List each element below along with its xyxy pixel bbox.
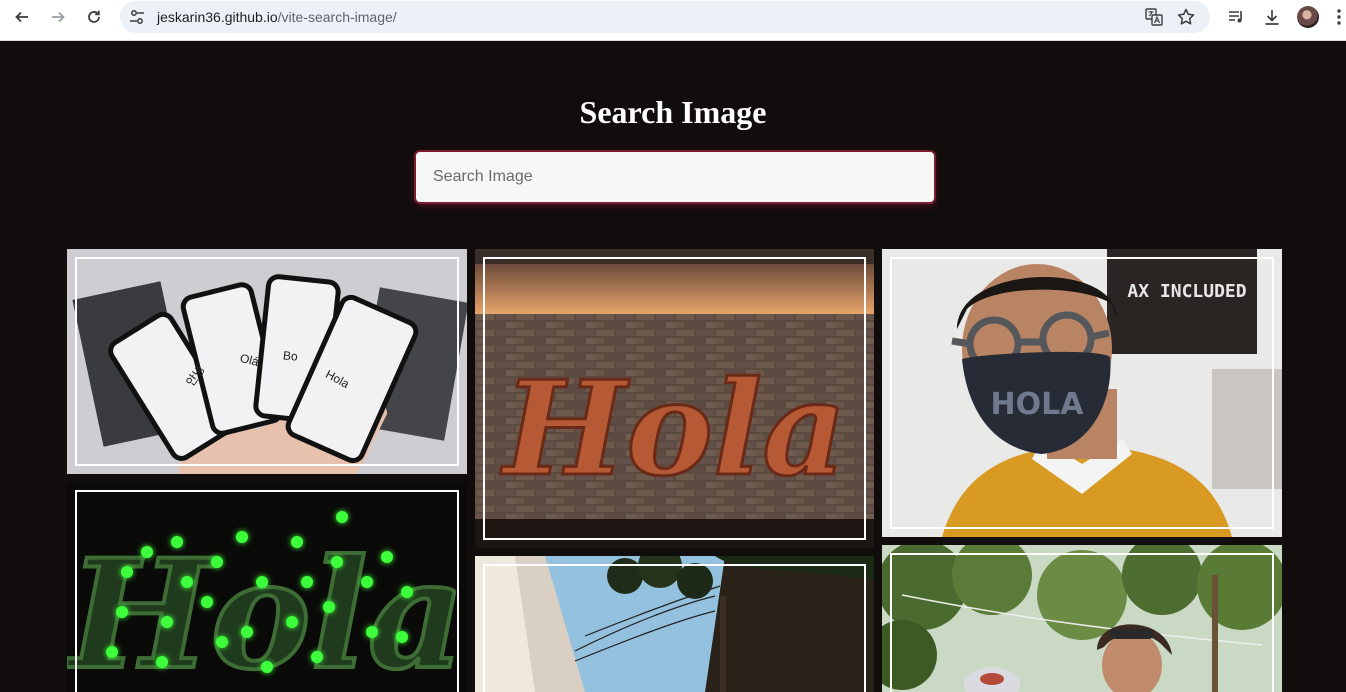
reload-button[interactable] bbox=[79, 5, 109, 29]
downloads-button[interactable] bbox=[1261, 6, 1283, 28]
search-input[interactable] bbox=[416, 152, 934, 202]
image-card-street[interactable] bbox=[475, 556, 874, 692]
more-vert-icon bbox=[1337, 9, 1341, 25]
neon-sign-photo: Hola bbox=[67, 482, 467, 692]
translate-icon bbox=[1145, 8, 1163, 26]
image-card-phones[interactable]: 안녕 Olá Bo Hola bbox=[67, 249, 467, 474]
media-controls-button[interactable] bbox=[1225, 6, 1247, 28]
profile-avatar[interactable] bbox=[1297, 6, 1319, 28]
address-bar[interactable]: jeskarin36.github.io/vite-search-image/ bbox=[120, 1, 1210, 33]
image-card-marquee-sign[interactable]: Hola bbox=[475, 249, 874, 548]
tune-icon bbox=[130, 10, 144, 24]
arrow-right-icon bbox=[52, 11, 65, 23]
phones-photo bbox=[67, 249, 467, 474]
url-text: jeskarin36.github.io/vite-search-image/ bbox=[157, 9, 397, 25]
people-outdoors-photo bbox=[882, 545, 1282, 692]
back-button[interactable] bbox=[7, 5, 37, 29]
marquee-sign-photo: Hola bbox=[475, 249, 874, 548]
page-title: Search Image bbox=[579, 94, 767, 130]
forward-button[interactable] bbox=[43, 5, 73, 29]
phone-text-3: Bo bbox=[282, 348, 299, 364]
playlist-icon bbox=[1229, 11, 1242, 23]
translate-button[interactable] bbox=[1144, 7, 1164, 27]
reload-icon bbox=[88, 10, 100, 23]
menu-button[interactable] bbox=[1332, 6, 1346, 28]
bookmark-button[interactable] bbox=[1176, 7, 1196, 27]
letter-board-text: AX INCLUDED bbox=[1127, 281, 1246, 302]
site-info-button[interactable] bbox=[128, 8, 146, 26]
page-content: Search Image 안녕 Olá Bo Hola bbox=[0, 41, 1346, 692]
arrow-left-icon bbox=[15, 11, 28, 23]
image-card-people-outdoors[interactable] bbox=[882, 545, 1282, 692]
image-card-neon-sign[interactable]: Hola bbox=[67, 482, 467, 692]
mask-text: HOLA bbox=[991, 387, 1085, 422]
star-icon bbox=[1177, 8, 1195, 25]
url-path: /vite-search-image/ bbox=[277, 9, 397, 25]
image-card-masked-man[interactable]: HOLA AX INCLUDED bbox=[882, 249, 1282, 537]
download-icon bbox=[1265, 10, 1279, 25]
marquee-sign-text: Hola bbox=[499, 352, 846, 505]
street-photo bbox=[475, 556, 874, 692]
masked-man-photo: HOLA AX INCLUDED bbox=[882, 249, 1282, 537]
url-host: jeskarin36.github.io bbox=[157, 9, 278, 25]
browser-toolbar: jeskarin36.github.io/vite-search-image/ bbox=[0, 0, 1346, 41]
